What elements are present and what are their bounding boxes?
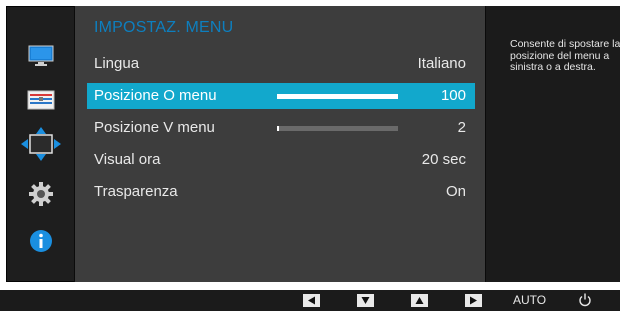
menu-item-value: 20 sec xyxy=(421,151,466,168)
menu-item-value: Italiano xyxy=(417,55,466,72)
monitor-icon[interactable] xyxy=(7,39,74,73)
menu-item-lingua[interactable]: Lingua Italiano xyxy=(87,51,475,77)
info-icon[interactable] xyxy=(7,224,74,258)
help-text: Consente di spostare la posizione del me… xyxy=(510,38,620,73)
osd-sidebar xyxy=(7,7,74,281)
menu-item-value: 2 xyxy=(457,119,466,136)
menu-item-value: 100 xyxy=(440,87,466,104)
auto-button[interactable]: AUTO xyxy=(513,293,546,307)
menu-item-label: Trasparenza xyxy=(94,183,178,200)
power-icon[interactable] xyxy=(578,293,592,312)
help-panel: Consente di spostare la posizione del me… xyxy=(486,6,620,282)
gear-icon[interactable] xyxy=(7,177,74,211)
menu-item-trasparenza[interactable]: Trasparenza On xyxy=(87,179,475,205)
position-arrows-icon[interactable] xyxy=(7,127,74,161)
menu-item-label: Lingua xyxy=(94,55,140,72)
left-arrow-icon[interactable] xyxy=(303,294,320,307)
menu-item-label: Visual ora xyxy=(94,151,161,168)
menu-item-label: Posizione O menu xyxy=(94,87,217,104)
slider-fill xyxy=(277,126,279,131)
menu-item-posizione-o[interactable]: Posizione O menu 100 xyxy=(87,83,475,109)
right-arrow-icon[interactable] xyxy=(465,294,482,307)
menu-item-visual-ora[interactable]: Visual ora 20 sec xyxy=(87,147,475,173)
menu-item-posizione-v[interactable]: Posizione V menu 2 xyxy=(87,115,475,141)
menu-item-label: Posizione V menu xyxy=(94,119,215,136)
slider-fill xyxy=(277,94,398,99)
settings-bars-icon[interactable] xyxy=(7,83,74,117)
down-arrow-icon[interactable] xyxy=(357,294,374,307)
key-guide-bar: AUTO xyxy=(0,290,620,311)
menu-panel: IMPOSTAZ. MENU Lingua Italiano Posizione… xyxy=(74,6,486,282)
menu-item-value: On xyxy=(445,183,466,200)
posizione-v-slider[interactable] xyxy=(277,126,398,131)
posizione-o-slider[interactable] xyxy=(277,94,398,99)
up-arrow-icon[interactable] xyxy=(411,294,428,307)
menu-title: IMPOSTAZ. MENU xyxy=(94,19,234,36)
